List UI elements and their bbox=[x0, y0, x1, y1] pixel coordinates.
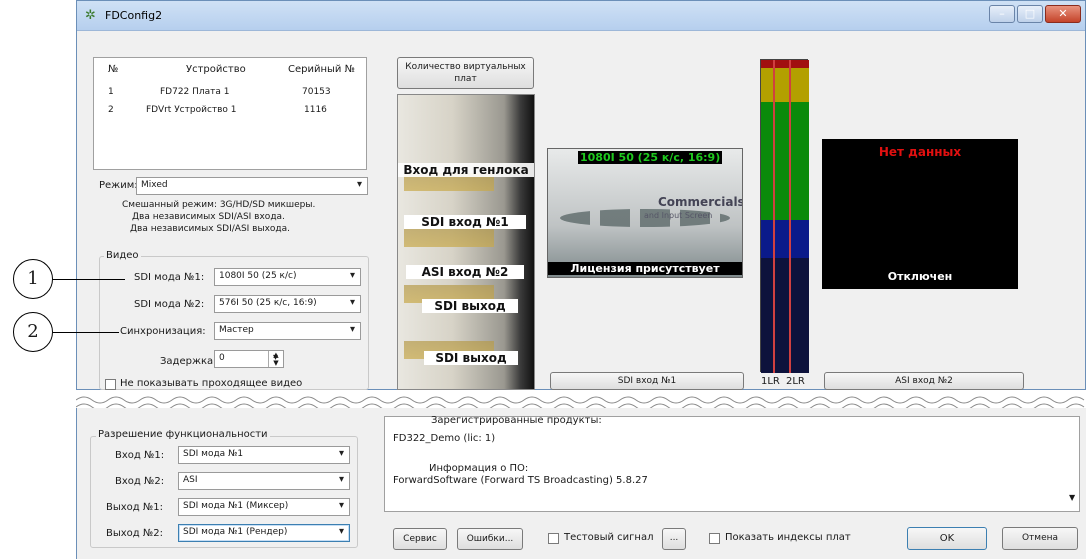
sync-select[interactable]: Мастер bbox=[214, 322, 361, 340]
cell-serial: 70153 bbox=[302, 87, 331, 97]
functionality-group-label: Разрешение функциональности bbox=[96, 429, 270, 440]
cell-serial: 1116 bbox=[304, 105, 327, 115]
output1-select[interactable]: SDI мода №1 (Миксер) bbox=[178, 498, 350, 516]
output2-select[interactable]: SDI мода №1 (Рендер) bbox=[178, 524, 350, 542]
meter-channel-2 bbox=[789, 60, 791, 373]
mode-description-1: Смешанный режим: 3G/HD/SD микшеры. bbox=[122, 200, 316, 210]
device-table[interactable]: № Устройство Серийный № 1 FD722 Плата 1 … bbox=[93, 57, 367, 170]
meter-green-zone bbox=[761, 102, 809, 220]
ok-button[interactable]: OK bbox=[907, 527, 987, 550]
col-header-device: Устройство bbox=[186, 64, 246, 75]
test-signal-checkbox[interactable] bbox=[548, 533, 559, 544]
input1-select[interactable]: SDI мода №1 bbox=[178, 446, 350, 464]
board-label-sdi-out2: SDI выход bbox=[424, 351, 518, 365]
cancel-button[interactable]: Отмена bbox=[1002, 527, 1078, 550]
preview1-logo-line1: Commercials bbox=[658, 195, 743, 209]
callout-2: 2 bbox=[13, 312, 53, 352]
sdi-mode1-select[interactable]: 1080I 50 (25 к/с) bbox=[214, 268, 361, 286]
preview1-license: Лицензия присутствует bbox=[548, 262, 742, 275]
delay-spinner-icon[interactable]: ▲ ▼ bbox=[268, 351, 283, 367]
service-button[interactable]: Сервис bbox=[393, 528, 447, 550]
info-sw-header: Информация о ПО: bbox=[429, 463, 529, 474]
mode-description-2: Два независимых SDI/ASI входа. bbox=[132, 212, 285, 222]
show-indexes-checkbox[interactable] bbox=[709, 533, 720, 544]
preview1-format: 1080I 50 (25 к/с, 16:9) bbox=[578, 151, 723, 164]
table-row[interactable]: 1 FD722 Плата 1 70153 bbox=[94, 84, 366, 102]
board-label-asi-in2: ASI вход №2 bbox=[406, 265, 524, 279]
table-row[interactable]: 2 FDVrt Устройство 1 1116 bbox=[94, 102, 366, 120]
board-label-sdi-in1: SDI вход №1 bbox=[404, 215, 526, 229]
sdi-mode1-label: SDI мода №1: bbox=[134, 272, 205, 283]
output2-label: Выход №2: bbox=[106, 528, 164, 539]
cell-number: 1 bbox=[108, 87, 114, 97]
scroll-down-icon[interactable]: ▼ bbox=[1069, 493, 1075, 502]
window-title: FDConfig2 bbox=[105, 9, 163, 22]
asi-in2-button[interactable]: ASI вход №2 bbox=[824, 372, 1024, 390]
test-signal-options-button[interactable]: ... bbox=[662, 528, 686, 550]
mode-description-3: Два независимых SDI/ASI выхода. bbox=[130, 224, 291, 234]
minimize-button[interactable]: – bbox=[989, 5, 1015, 23]
output1-label: Выход №1: bbox=[106, 502, 164, 513]
col-header-number: № bbox=[108, 64, 119, 75]
cell-device: FDVrt Устройство 1 bbox=[146, 105, 237, 115]
board-label-sdi-out1: SDI выход bbox=[422, 299, 518, 313]
preview-asi-in2: Нет данных Отключен bbox=[822, 139, 1018, 289]
callout-1-line bbox=[53, 279, 125, 280]
mode-label: Режим: bbox=[99, 180, 138, 191]
mode-select[interactable]: Mixed bbox=[136, 177, 368, 195]
sdi-in1-button[interactable]: SDI вход №1 bbox=[550, 372, 744, 390]
maximize-button[interactable]: □ bbox=[1017, 5, 1043, 23]
virtual-boards-button[interactable]: Количество виртуальных плат bbox=[397, 57, 534, 89]
show-indexes-label: Показать индексы плат bbox=[725, 532, 851, 543]
input2-label: Вход №2: bbox=[115, 476, 165, 487]
title-bar: ✲ FDConfig2 – □ ✕ bbox=[77, 1, 1085, 31]
close-button[interactable]: ✕ bbox=[1045, 5, 1081, 23]
app-icon: ✲ bbox=[85, 8, 96, 23]
sdi-mode2-select[interactable]: 576I 50 (25 к/с, 16:9) bbox=[214, 295, 361, 313]
preview2-state: Отключен bbox=[887, 270, 953, 283]
meter-label-2: 2LR bbox=[786, 376, 805, 387]
board-image: Вход для генлока SDI вход №1 ASI вход №2… bbox=[397, 94, 535, 390]
meter-blue-zone bbox=[761, 220, 809, 258]
input1-label: Вход №1: bbox=[115, 450, 165, 461]
cell-number: 2 bbox=[108, 105, 114, 115]
callout-2-line bbox=[53, 332, 119, 333]
meter-dark-zone bbox=[761, 258, 809, 373]
audio-level-meter bbox=[760, 59, 809, 373]
info-sw: ForwardSoftware (Forward TS Broadcasting… bbox=[393, 475, 648, 486]
info-registered-header: Зарегистрированные продукты: bbox=[431, 415, 602, 426]
col-header-serial: Серийный № bbox=[288, 64, 355, 75]
test-signal-label: Тестовый сигнал bbox=[564, 532, 654, 543]
errors-button[interactable]: Ошибки... bbox=[457, 528, 523, 550]
sdi-mode2-label: SDI мода №2: bbox=[134, 299, 205, 310]
meter-yellow-zone bbox=[761, 68, 809, 102]
board-label-genlock: Вход для генлока bbox=[398, 163, 534, 177]
preview1-logo-line2: and Input Screen bbox=[644, 211, 713, 220]
delay-label: Задержка: bbox=[160, 356, 217, 367]
video-group-label: Видео bbox=[104, 250, 141, 261]
info-product: FD322_Demo (lic: 1) bbox=[393, 433, 496, 444]
preview2-status: Нет данных bbox=[878, 145, 962, 159]
sync-label: Синхронизация: bbox=[120, 326, 206, 337]
meter-channel-1 bbox=[773, 60, 775, 373]
input2-select[interactable]: ASI bbox=[178, 472, 350, 490]
hide-video-checkbox[interactable] bbox=[105, 379, 116, 390]
cell-device: FD722 Плата 1 bbox=[160, 87, 230, 97]
preview-sdi-in1: 1080I 50 (25 к/с, 16:9) Commercials and … bbox=[547, 148, 743, 278]
meter-red-zone bbox=[761, 60, 809, 68]
hide-video-label: Не показывать проходящее видео bbox=[120, 378, 303, 389]
info-panel: Зарегистрированные продукты: FD322_Demo … bbox=[384, 415, 1080, 512]
callout-1: 1 bbox=[13, 259, 53, 299]
meter-label-1: 1LR bbox=[761, 376, 780, 387]
